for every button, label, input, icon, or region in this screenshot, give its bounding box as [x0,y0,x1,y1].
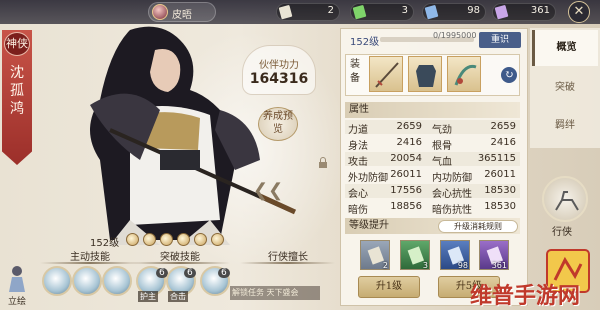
stat-name: 会心 [348,189,368,200]
reset-button[interactable]: 重识 [479,32,521,48]
sword-icon [375,62,399,88]
stat-value: 18856 [390,201,422,212]
skill-level-badge: 6 [218,268,230,278]
material-count: 3 [422,261,428,270]
resource-value-2: 3 [401,5,408,16]
preview-label: 养成预览 [263,111,293,135]
skill-icon[interactable] [72,266,102,296]
stat-value: 365115 [477,153,516,164]
stat-name: 气劲 [432,125,452,136]
star-point [194,233,207,246]
combat-power-value: 164316 [249,71,309,87]
tab-bonds[interactable]: 羁绊 [532,108,598,144]
material-count: 98 [457,261,468,270]
resource-value-3: 98 [467,5,480,16]
upgrade-1-button[interactable]: 升1级 [358,276,420,298]
stat-name: 内功防御 [432,173,472,184]
stat-name: 力道 [348,125,368,136]
character-level: 152级 [90,238,120,249]
tab-overview[interactable]: 概览 [532,30,598,66]
material-count: 361 [491,261,507,270]
skill-icon[interactable] [42,266,72,296]
tab-underline [130,262,230,264]
rank-seal: 神侠 [4,32,30,56]
stat-name: 暗伤 [348,205,368,216]
stat-value: 2416 [396,137,422,148]
upgrade-cost-rules-button[interactable]: 升级消耗规则 [438,220,518,233]
travel-button[interactable] [542,176,588,222]
star-point [177,233,190,246]
blue-ticket-icon [424,5,439,20]
star-point [126,233,139,246]
purple-ticket-icon [494,5,509,20]
close-button[interactable]: ✕ [568,1,590,23]
stat-name: 身法 [348,141,368,152]
skill-label: 护主 [138,291,158,302]
watermark: 维普手游网 [470,284,581,309]
stat-value: 18530 [484,201,516,212]
material-count: 2 [382,261,388,270]
skill-icon[interactable] [102,266,132,296]
resource-value-1: 2 [327,5,334,16]
equip-slot-weapon[interactable] [369,56,403,92]
accessory-icon [454,64,477,86]
tab-breakthrough[interactable]: 突破 [532,70,598,106]
stat-name: 会心抗性 [432,189,472,200]
stat-value: 20054 [390,153,422,164]
resource-value-4: 361 [530,5,550,16]
scroll-ticket-icon [278,5,293,20]
panel-level: 152级 [350,37,380,48]
stat-value: 18530 [484,185,516,196]
portrait-figure-icon[interactable] [4,264,30,294]
equip-slot-armor[interactable] [408,56,442,92]
tab-underline [240,262,335,264]
arrow-left-icon[interactable]: ❮❮ [253,180,283,201]
stat-value: 17556 [390,185,422,196]
stat-value: 2659 [490,121,516,132]
stat-value: 2416 [490,137,516,148]
green-ticket-icon [352,5,367,20]
star-point [211,233,224,246]
refresh-icon[interactable]: ↻ [501,67,517,83]
travel-label: 行侠 [552,227,572,238]
attributes-title: 属性 [345,102,520,118]
stat-name: 根骨 [432,141,452,152]
star-point [160,233,173,246]
player-name: 皮晤 [172,10,192,21]
portrait-label: 立绘 [7,297,26,307]
horse-rider-icon [555,191,579,211]
armor-icon [416,65,436,87]
combat-power-label: 伙伴功力 [259,60,299,71]
stat-value: 26011 [484,169,516,180]
star-point [143,233,156,246]
exp-text: 0/1995000 [433,31,477,40]
character-name: 沈孤鸿 [10,65,24,117]
stat-name: 攻击 [348,157,368,168]
skill-level-badge: 6 [184,268,196,278]
stat-name: 暗伤抗性 [432,205,472,216]
equipment-label: 装备 [350,59,360,84]
stat-value: 26011 [390,169,422,180]
lock-icon [319,157,327,168]
player-avatar[interactable] [152,4,168,20]
tab-underline [40,262,140,264]
equip-slot-accessory[interactable] [447,56,481,92]
unlock-banner-text: 解锁任务 天下盛会 [232,288,299,297]
stat-value: 2659 [396,121,422,132]
skill-label: 合击 [168,291,188,302]
stat-name: 气血 [432,157,452,168]
